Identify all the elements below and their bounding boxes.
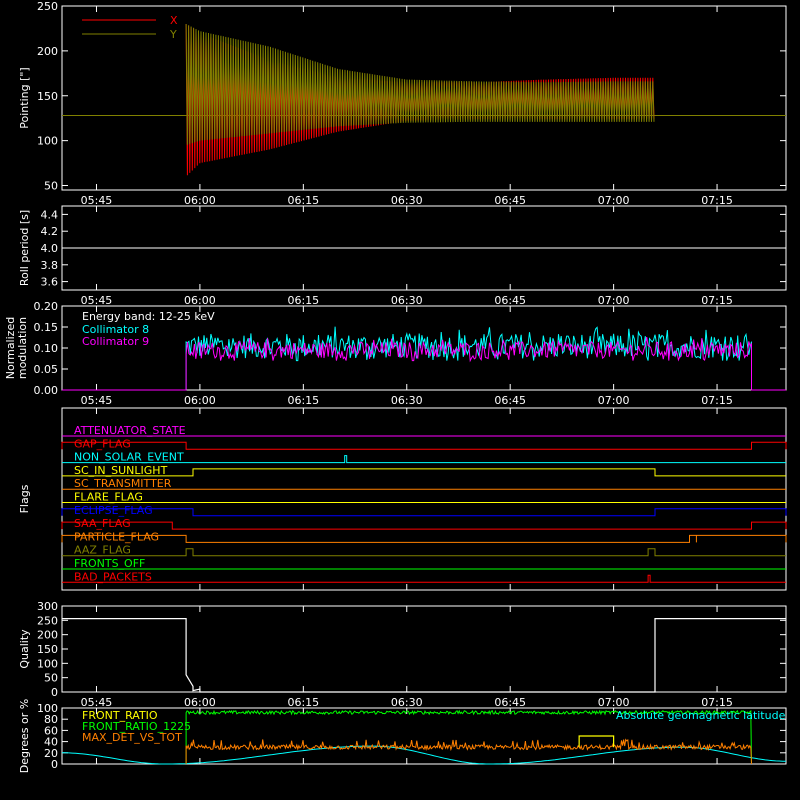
x-tick-label: 06:00 — [184, 394, 216, 407]
x-tick-label: 06:30 — [391, 696, 423, 709]
x-tick-label: 06:30 — [391, 394, 423, 407]
y-tick-label: 200 — [37, 629, 58, 642]
flag-label-bad_packets: BAD_PACKETS — [74, 570, 152, 583]
y-tick-label: 100 — [37, 657, 58, 670]
plot-canvas: Pointing ["]5010015020025005:45 06:00 06:1… — [0, 0, 800, 800]
flag-label-fronts_off: FRONTS_OFF — [74, 557, 145, 570]
y-tick-label: 0 — [51, 758, 58, 771]
y-tick-label: 50 — [44, 672, 58, 685]
x-tick-label: 06:30 — [391, 294, 423, 307]
y-tick-label: 4.0 — [41, 242, 59, 255]
y-tick-label: 4.4 — [41, 208, 59, 221]
x-tick-label: 06:15 — [287, 194, 319, 207]
y-tick-label: 150 — [37, 90, 58, 103]
x-tick-label: 06:00 — [184, 194, 216, 207]
flag-label-non_solar_event: NON_SOLAR_EVENT — [74, 451, 184, 464]
x-tick-label: 06:45 — [494, 394, 526, 407]
flag-label-eclipse_flag: ECLIPSE_FLAG — [74, 504, 153, 517]
x-tick-label: 05:45 — [81, 294, 113, 307]
x-tick-label: 05:45 — [81, 394, 113, 407]
y-axis-label: Degrees or % — [18, 699, 31, 773]
y-tick-label: 80 — [44, 713, 58, 726]
x-tick-label: 07:00 — [598, 696, 630, 709]
y-tick-label: 0.05 — [34, 363, 59, 376]
x-tick-label: 06:00 — [184, 294, 216, 307]
x-tick-label: 06:15 — [287, 294, 319, 307]
y-tick-label: 150 — [37, 643, 58, 656]
x-tick-label: 07:00 — [598, 294, 630, 307]
y-axis-label: Pointing ["] — [18, 67, 31, 128]
x-tick-label: 06:45 — [494, 696, 526, 709]
y-tick-label: 4.2 — [41, 225, 59, 238]
y-tick-label: 100 — [37, 135, 58, 148]
flag-label-sc_in_sunlight: SC_IN_SUNLIGHT — [74, 464, 168, 477]
y-axis-label: modulation — [16, 317, 29, 379]
y-tick-label: 200 — [37, 45, 58, 58]
x-tick-label: 06:00 — [184, 696, 216, 709]
y-tick-label: 0.20 — [34, 300, 59, 313]
x-tick-label: 06:45 — [494, 294, 526, 307]
x-tick-label: 06:30 — [391, 194, 423, 207]
y-tick-label: 250 — [37, 614, 58, 627]
x-tick-label: 07:15 — [701, 194, 733, 207]
x-tick-label: 05:45 — [81, 696, 113, 709]
y-tick-label: 3.6 — [41, 276, 59, 289]
y-axis-label: Roll period [s] — [18, 210, 31, 286]
legend-label: Collimator 9 — [82, 335, 149, 348]
y-tick-label: 20 — [44, 747, 58, 760]
x-tick-label: 07:15 — [701, 696, 733, 709]
y-axis-label: Quality — [18, 629, 31, 669]
x-tick-label: 07:00 — [598, 394, 630, 407]
y-tick-label: 100 — [37, 702, 58, 715]
x-tick-label: 06:15 — [287, 394, 319, 407]
y-tick-label: 300 — [37, 600, 58, 613]
y-tick-label: 50 — [44, 180, 58, 193]
y-tick-label: 0 — [51, 686, 58, 699]
legend-label: Y — [169, 28, 177, 41]
x-tick-label: 05:45 — [81, 194, 113, 207]
flag-label-particle_flag: PARTICLE_FLAG — [74, 530, 159, 543]
flag-label-sc_transmitter: SC_TRANSMITTER — [74, 477, 172, 490]
flag-label-saa_flag: SAA_FLAG — [74, 517, 131, 530]
flag-label-flare_flag: FLARE_FLAG — [74, 491, 143, 504]
x-tick-label: 07:15 — [701, 394, 733, 407]
y-tick-label: 40 — [44, 736, 58, 749]
legend-label: Absolute geomagnetic latitude — [616, 709, 786, 722]
y-tick-label: 60 — [44, 724, 58, 737]
x-tick-label: 07:15 — [701, 294, 733, 307]
y-tick-label: 0.15 — [34, 321, 59, 334]
flag-label-attenuator_state: ATTENUATOR_STATE — [74, 424, 186, 437]
annotation-energy-band: Energy band: 12-25 keV — [82, 310, 215, 323]
x-tick-label: 07:00 — [598, 194, 630, 207]
flag-label-gap_flag: GAP_FLAG — [74, 437, 131, 450]
x-tick-label: 06:15 — [287, 696, 319, 709]
y-tick-label: 250 — [37, 0, 58, 13]
flag-label-aaz_flag: AAZ_FLAG — [74, 544, 131, 557]
y-tick-label: 0.10 — [34, 342, 59, 355]
legend-label: X — [170, 14, 178, 27]
y-axis-label: Flags — [18, 484, 31, 513]
y-tick-label: 3.8 — [41, 259, 59, 272]
legend-label: MAX_DET_VS_TOT — [82, 731, 182, 744]
y-tick-label: 0.00 — [34, 384, 59, 397]
x-tick-label: 06:45 — [494, 194, 526, 207]
